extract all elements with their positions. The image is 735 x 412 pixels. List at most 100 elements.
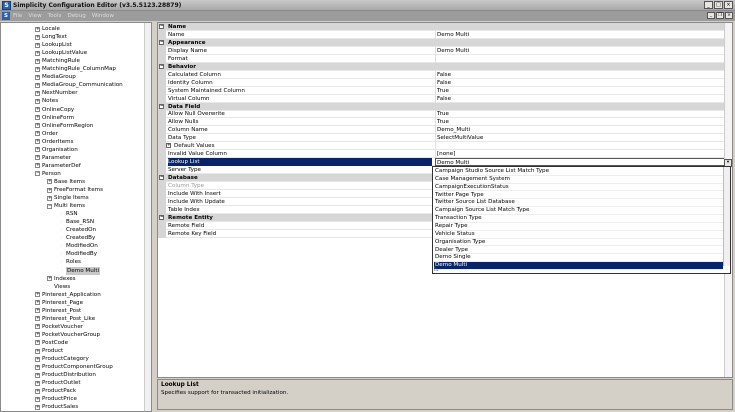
property-row[interactable]: + Default Values <box>158 142 732 151</box>
expand-icon[interactable]: + <box>35 396 40 402</box>
property-row[interactable]: Invalid Value Column [none] <box>158 150 732 159</box>
dropdown-option[interactable]: Dealer Type <box>434 247 723 255</box>
property-value[interactable]: Demo Multi <box>435 158 725 167</box>
tree-item[interactable]: + Pinterest_Page <box>35 299 83 307</box>
property-value[interactable]: False <box>435 94 725 103</box>
tree-item[interactable]: + Notes <box>35 97 58 105</box>
document-icon[interactable]: S <box>2 12 10 20</box>
expand-icon[interactable]: + <box>35 300 40 306</box>
property-row[interactable]: Allow Nulls True <box>158 118 732 127</box>
tree-item[interactable]: + OnlineForm <box>35 114 74 122</box>
tree-item[interactable]: · Views <box>47 283 71 291</box>
expand-icon[interactable]: + <box>35 131 40 137</box>
tree-item[interactable]: + Locale <box>35 25 60 33</box>
property-value[interactable]: False <box>435 70 725 79</box>
tree-item[interactable]: · ModifiedBy <box>59 250 97 258</box>
entity-tree[interactable]: + Locale + LongText + LookupList + LookupListVa… <box>0 22 152 412</box>
tree-item[interactable]: + NextNumber <box>35 89 78 97</box>
mdi-restore-button[interactable]: ❐ <box>716 12 724 19</box>
menu-file[interactable]: File <box>13 13 22 19</box>
dropdown-option[interactable]: CampaignExecutionStatus <box>434 184 723 192</box>
collapse-icon[interactable]: − <box>159 63 164 69</box>
tree-item[interactable]: + LookupListValue <box>35 49 87 57</box>
tree-item[interactable]: + Base Items <box>47 178 85 186</box>
expand-icon[interactable]: + <box>35 356 40 362</box>
tree-item[interactable]: + OnlineCopy <box>35 106 74 114</box>
property-value[interactable]: Demo Multi <box>435 30 725 39</box>
expand-icon[interactable]: + <box>47 179 52 185</box>
expand-icon[interactable]: + <box>35 139 40 145</box>
expand-icon[interactable]: + <box>35 372 40 378</box>
tree-item[interactable]: + OnlineFormRegion <box>35 122 93 130</box>
expand-icon[interactable]: + <box>35 58 40 64</box>
expand-icon[interactable]: + <box>35 34 40 40</box>
tree-item[interactable]: + Parameter <box>35 154 71 162</box>
tree-item[interactable]: + PostCode <box>35 339 68 347</box>
dropdown-option[interactable]: Campaign Studio Source List Match Type <box>434 168 723 176</box>
dropdown-option[interactable]: Demo Single <box>434 254 723 263</box>
property-category[interactable]: − Appearance <box>158 38 732 47</box>
tree-item[interactable]: + Product <box>35 347 63 355</box>
collapse-icon[interactable]: − <box>159 175 164 181</box>
expand-icon[interactable]: + <box>35 98 40 104</box>
tree-item[interactable]: · CreatedOn <box>59 226 96 234</box>
expand-icon[interactable]: + <box>35 90 40 96</box>
expand-icon[interactable]: + <box>35 163 40 169</box>
tree-item[interactable]: − Person <box>35 170 61 178</box>
dropdown-option[interactable]: Organisation Type <box>434 239 723 247</box>
dropdown-option[interactable]: Vehicle Status <box>434 231 723 239</box>
tree-item[interactable]: + MatchingRule <box>35 57 80 65</box>
property-value[interactable]: [none] <box>435 150 725 159</box>
expand-icon[interactable]: + <box>166 143 171 149</box>
expand-icon[interactable]: + <box>47 195 52 201</box>
tree-item[interactable]: + Indexes <box>47 275 76 283</box>
tree-scrollbar[interactable] <box>144 23 151 411</box>
property-row[interactable]: Identity Column False <box>158 78 732 87</box>
dropdown-option[interactable]: Demo Multi <box>434 262 723 270</box>
collapse-icon[interactable]: − <box>47 203 52 209</box>
tree-item[interactable]: + ProductDistribution <box>35 371 96 379</box>
expand-icon[interactable]: + <box>47 276 52 282</box>
property-value[interactable]: True <box>435 118 725 127</box>
property-category[interactable]: − Name <box>158 23 732 31</box>
tree-item[interactable]: · Roles <box>59 258 81 266</box>
tree-item[interactable]: + MediaGroup_Communication <box>35 81 123 89</box>
tree-item[interactable]: + FreeFormat Items <box>47 186 103 194</box>
expand-icon[interactable]: + <box>35 50 40 56</box>
dropdown-option[interactable]: Twitter Page Type <box>434 192 723 200</box>
expand-icon[interactable]: + <box>35 66 40 72</box>
tree-item[interactable]: · Base_RSN <box>59 218 94 226</box>
expand-icon[interactable]: + <box>35 107 40 112</box>
expand-icon[interactable]: + <box>35 147 40 153</box>
property-value[interactable]: Demo_Multi <box>435 126 725 135</box>
collapse-icon[interactable]: − <box>35 171 40 177</box>
menu-window[interactable]: Window <box>92 13 114 19</box>
tree-item[interactable]: − Multi Items <box>47 202 85 210</box>
expand-icon[interactable]: + <box>35 364 40 370</box>
tree-item[interactable]: + Single Items <box>47 194 89 202</box>
property-category[interactable]: − Behavior <box>158 62 732 71</box>
tree-item[interactable]: · RSN <box>59 210 78 218</box>
expand-icon[interactable]: + <box>35 308 40 314</box>
expand-icon[interactable]: + <box>35 42 40 48</box>
expand-icon[interactable]: + <box>35 26 40 32</box>
collapse-icon[interactable]: − <box>159 103 164 109</box>
mdi-minimize-button[interactable]: _ <box>707 12 715 19</box>
property-value[interactable]: SelectMultiValue <box>435 134 725 143</box>
tree-item[interactable]: + Pinterest_Application <box>35 291 101 299</box>
expand-icon[interactable]: + <box>35 292 40 298</box>
lookup-list-dropdown[interactable]: Campaign Studio Source List Match Type Ca… <box>432 166 731 274</box>
expand-icon[interactable]: + <box>35 324 40 330</box>
property-value[interactable] <box>435 142 725 151</box>
dropdown-option[interactable]: Case Management System <box>434 176 723 184</box>
dropdown-option[interactable]: Twitter Source List Database <box>434 199 723 208</box>
property-row[interactable]: System Maintained Column True <box>158 86 732 95</box>
tree-item[interactable]: · CreatedBy <box>59 234 96 242</box>
expand-icon[interactable]: + <box>35 404 40 410</box>
tree-item[interactable]: · Demo Multi <box>59 266 101 275</box>
tree-item[interactable]: + OrderItems <box>35 138 74 146</box>
property-row[interactable]: Display Name Demo Multi <box>158 46 732 55</box>
tree-item[interactable]: + ProductPack <box>35 387 76 395</box>
tree-item[interactable]: + ParameterDef <box>35 162 81 170</box>
tree-item[interactable]: + Pinterest_Post_Like <box>35 315 95 323</box>
